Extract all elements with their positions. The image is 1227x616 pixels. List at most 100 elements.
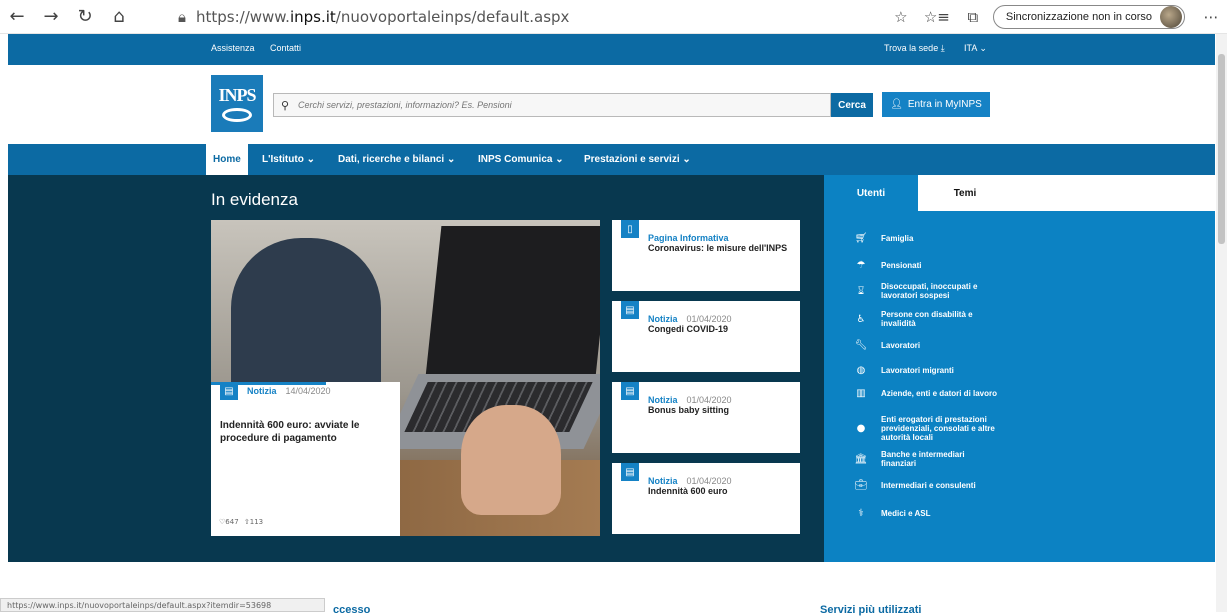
language-selector[interactable]: ITA ⌄	[964, 43, 987, 54]
category-lavoratori-migranti[interactable]: ◍ Lavoratori migranti	[852, 365, 1001, 376]
news-card[interactable]: ▤ Notizia 01/04/2020 Congedi COVID-19	[612, 301, 800, 372]
shares-count: 113	[249, 518, 264, 526]
page-scrollbar[interactable]	[1216, 34, 1227, 612]
assistenza-link[interactable]: Assistenza	[211, 43, 255, 53]
in-evidenza-section: In evidenza ▤ Notizia 14/04/2020 Indenni…	[8, 175, 824, 562]
category-label: Disoccupati, inoccupati e lavoratori sos…	[881, 282, 978, 300]
category-medici[interactable]: ⚕ Medici e ASL	[852, 508, 1001, 519]
category-famiglia[interactable]: 🛒︎ Famiglia	[852, 233, 1001, 244]
category-label: Intermediari e consulenti	[881, 481, 976, 490]
address-bar[interactable]: 🔒︎ https://www. inps.it/nuovoportaleinps/…	[178, 0, 569, 34]
url-path: /nuovoportaleinps/default.aspx	[335, 8, 570, 26]
nav-prestazioni-label: Prestazioni e servizi	[584, 154, 680, 165]
category-label: Medici e ASL	[881, 509, 931, 518]
briefcase-icon: 💼︎	[854, 480, 868, 491]
collections-icon[interactable]: ⧉	[957, 0, 989, 34]
featured-news[interactable]: ▤ Notizia 14/04/2020 Indennità 600 euro:…	[211, 220, 600, 536]
wheelchair-icon: ♿︎	[856, 313, 866, 325]
category-pensionati[interactable]: ☂ Pensionati	[852, 260, 1001, 271]
card-title: Coronavirus: le misure dell'INPS	[648, 243, 788, 253]
featured-news-card[interactable]: ▤ Notizia 14/04/2020 Indennità 600 euro:…	[211, 382, 400, 536]
umbrella-icon: ☂	[856, 260, 866, 271]
globe-icon: ◍	[856, 365, 866, 376]
chevron-down-icon: ⌄	[979, 43, 987, 53]
more-options-icon[interactable]: ⋯	[1195, 0, 1227, 34]
trova-sede-label: Trova la sede	[884, 43, 939, 53]
bank-icon: 🏛︎	[854, 453, 868, 465]
inps-page: Assistenza Contatti Trova la sede ⤓ ITA …	[8, 34, 1215, 612]
page-icon: ▯	[621, 220, 639, 238]
search-box: ⚲	[273, 93, 831, 117]
nav-dati-label: Dati, ricerche e bilanci	[338, 154, 445, 165]
logo-text: INPS	[218, 85, 256, 105]
refresh-icon[interactable]: ↻	[68, 0, 102, 34]
language-label: ITA	[964, 43, 977, 53]
sync-status-button[interactable]: Sincronizzazione non in corso	[992, 5, 1185, 29]
search-button[interactable]: Cerca	[831, 93, 873, 117]
stethoscope-icon: ⚕	[858, 508, 864, 519]
news-icon: ▤	[220, 382, 238, 400]
category-banche[interactable]: 🏛︎ Banche e intermediari finanziari	[852, 450, 1001, 468]
myinps-login-button[interactable]: 👤︎ Entra in MyINPS	[882, 92, 990, 117]
category-disabilita[interactable]: ♿︎ Persone con disabilità e invalidità	[852, 310, 1001, 328]
scrollbar-thumb[interactable]	[1218, 54, 1225, 244]
nav-dati-ricerche-bilanci[interactable]: Dati, ricerche e bilanci ⌄	[338, 144, 455, 175]
url-domain: inps.it	[289, 8, 336, 26]
nav-istituto[interactable]: L'Istituto ⌄	[262, 144, 315, 175]
tab-temi[interactable]: Temi	[918, 175, 1012, 211]
favorite-star-icon[interactable]: ☆	[885, 0, 917, 34]
news-icon: ▤	[621, 301, 639, 319]
avatar	[1160, 6, 1182, 28]
news-card[interactable]: ▤ Notizia 01/04/2020 Indennità 600 euro	[612, 463, 800, 534]
sync-label: Sincronizzazione non in corso	[1005, 11, 1152, 23]
category-label: Enti erogatori di prestazioni previdenzi…	[881, 415, 995, 442]
nav-inps-comunica[interactable]: INPS Comunica ⌄	[478, 144, 564, 175]
nav-comunica-label: INPS Comunica	[478, 154, 553, 165]
category-label: Lavoratori	[881, 341, 921, 350]
category-disoccupati[interactable]: ⌛︎ Disoccupati, inoccupati e lavoratori s…	[852, 282, 1001, 300]
user-icon: 👤︎	[890, 99, 903, 110]
card-title: Indennità 600 euro: avviate le procedure…	[220, 420, 360, 444]
user-categories-panel: Utenti Temi 🛒︎ Famiglia ☂ Pensionati ⌛︎ Dis…	[824, 175, 1215, 562]
stroller-icon: 🛒︎	[854, 233, 868, 244]
nav-home[interactable]: Home	[206, 144, 248, 175]
category-enti-erogatori[interactable]: ● Enti erogatori di prestazioni previdenz…	[852, 415, 1001, 442]
news-card[interactable]: ▯ Pagina Informativa Coronavirus: le mis…	[612, 220, 800, 291]
wrench-icon: 🔧︎	[854, 340, 868, 351]
back-arrow-icon[interactable]: ←	[0, 0, 34, 34]
below-left-title: ccesso	[333, 604, 371, 616]
contatti-link[interactable]: Contatti	[270, 43, 301, 53]
inps-logo[interactable]: INPS	[211, 75, 263, 132]
search-icon: ⚲	[280, 98, 290, 112]
section-title: In evidenza	[211, 190, 298, 209]
category-intermediari[interactable]: 💼︎ Intermediari e consulenti	[852, 480, 1001, 491]
news-card[interactable]: ▤ Notizia 01/04/2020 Bonus baby sitting	[612, 382, 800, 453]
nav-istituto-label: L'Istituto	[262, 154, 304, 165]
utility-bar: Assistenza Contatti Trova la sede ⤓ ITA …	[8, 34, 1215, 65]
trova-sede-link[interactable]: Trova la sede ⤓	[884, 43, 945, 54]
card-tag: Notizia	[247, 386, 277, 396]
card-title: Congedi COVID-19	[648, 324, 729, 334]
card-title: Bonus baby sitting	[648, 405, 729, 415]
favorites-list-icon[interactable]: ☆≡	[921, 0, 953, 34]
nav-prestazioni-servizi[interactable]: Prestazioni e servizi ⌄	[584, 144, 691, 175]
category-label: Aziende, enti e datori di lavoro	[881, 389, 998, 398]
news-icon: ▤	[621, 463, 639, 481]
below-right-title: Servizi più utilizzati	[820, 604, 922, 616]
tab-utenti[interactable]: Utenti	[824, 175, 918, 211]
category-lavoratori[interactable]: 🔧︎ Lavoratori	[852, 340, 1001, 351]
url-prefix: https://www.	[195, 8, 290, 26]
main-navigation: Home L'Istituto ⌄ Dati, ricerche e bilan…	[8, 144, 1215, 175]
status-bar-url: https://www.inps.it/nuovoportaleinps/def…	[0, 598, 325, 612]
card-stats: ♡647 ⇧113	[219, 518, 263, 526]
forward-arrow-icon[interactable]: →	[34, 0, 68, 34]
building-icon: ▥	[856, 388, 866, 399]
home-icon[interactable]: ⌂	[102, 0, 136, 34]
card-title: Indennità 600 euro	[648, 486, 728, 496]
category-aziende[interactable]: ▥ Aziende, enti e datori di lavoro	[852, 388, 1001, 399]
myinps-label: Entra in MyINPS	[907, 99, 982, 110]
search-input[interactable]	[296, 99, 816, 111]
card-date: 14/04/2020	[285, 386, 331, 396]
category-label: Lavoratori migranti	[881, 366, 954, 375]
lock-icon: 🔒︎	[178, 8, 186, 26]
